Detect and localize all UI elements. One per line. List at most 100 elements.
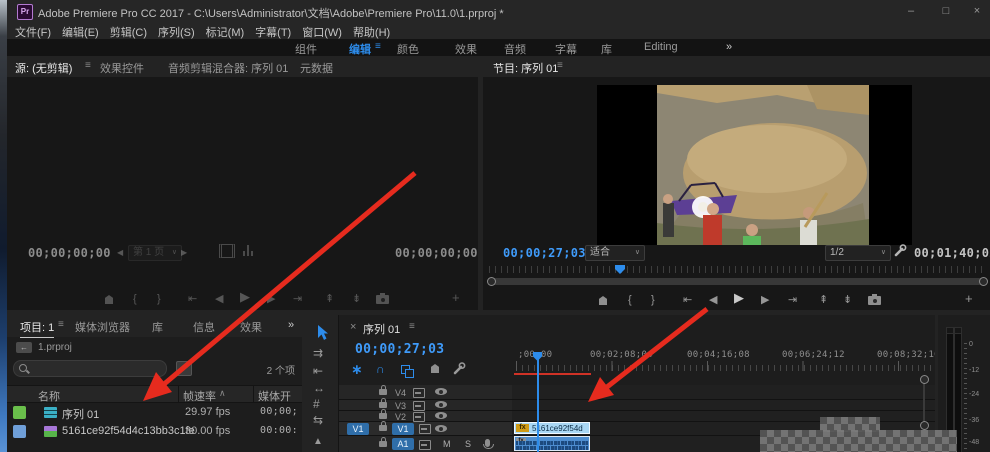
timeline-tab-close-icon[interactable]: × — [350, 321, 356, 333]
timeline-panel-menu-icon[interactable]: ≡ — [409, 321, 415, 332]
menu-edit[interactable]: 编辑(E) — [62, 24, 99, 40]
workspace-tab-titles[interactable]: 字幕 — [555, 41, 577, 57]
solo-button[interactable]: S — [465, 439, 471, 449]
track-output-eye-icon[interactable] — [435, 412, 447, 419]
column-divider[interactable] — [253, 386, 254, 402]
menu-file[interactable]: 文件(F) — [15, 24, 51, 40]
project-panel-menu-icon[interactable]: ≡ — [58, 319, 64, 330]
voiceover-mic-icon[interactable] — [483, 439, 494, 449]
column-divider[interactable] — [178, 386, 179, 402]
prev-page-icon[interactable]: ◀ — [117, 246, 123, 260]
program-lift-icon[interactable]: ⇞ — [819, 293, 828, 307]
project-row-clip[interactable]: 5161ce92f54d4c13bb3c1fe 30.00 fps 00:00: — [7, 422, 302, 441]
track-output-eye-icon[interactable] — [435, 401, 447, 408]
source-export-frame-icon[interactable] — [376, 293, 389, 304]
source-patch-v1[interactable]: V1 — [347, 423, 369, 435]
program-button-editor-icon[interactable]: + — [965, 292, 973, 306]
workspace-tab-editing-active[interactable]: 编辑 — [349, 41, 371, 57]
lock-icon[interactable] — [379, 421, 387, 431]
menu-help[interactable]: 帮助(H) — [353, 24, 390, 40]
slip-tool-icon[interactable]: ⇆ — [313, 413, 323, 427]
tab-metadata[interactable]: 元数据 — [300, 60, 333, 76]
program-export-frame-icon[interactable] — [868, 294, 881, 305]
timeline-playhead-line[interactable] — [537, 359, 539, 452]
workspace-tab-libraries[interactable]: 库 — [601, 41, 612, 57]
track-header-v3[interactable]: V3 — [339, 398, 512, 411]
timeline-vertical-scrollbar[interactable] — [923, 381, 925, 426]
program-play-icon[interactable]: ▶ — [734, 291, 744, 305]
folder-up-icon[interactable]: ← — [16, 342, 32, 353]
tab-effects[interactable]: 效果 — [240, 319, 262, 335]
workspace-tab-assembly[interactable]: 组件 — [295, 41, 317, 57]
search-filter-icon[interactable] — [176, 361, 192, 376]
track-header-a1[interactable]: A1 M S — [339, 436, 512, 452]
lock-icon[interactable] — [379, 409, 387, 419]
source-panel-menu-icon[interactable]: ≡ — [85, 60, 91, 71]
timeline-tab-label[interactable]: 序列 01 — [363, 321, 400, 337]
page-selector-dropdown[interactable]: 第 1 页 ∨ — [128, 245, 182, 261]
sync-lock-icon[interactable] — [413, 401, 425, 411]
program-step-forward-icon[interactable]: ▶ — [761, 293, 769, 307]
column-framerate[interactable]: 帧速率 — [183, 388, 216, 404]
program-goto-out-icon[interactable]: ⇥ — [788, 293, 797, 307]
source-button-editor-icon[interactable]: + — [452, 291, 460, 305]
program-extract-icon[interactable]: ⇟ — [843, 293, 852, 307]
workspace-overflow-icon[interactable]: » — [726, 41, 732, 53]
menu-titles[interactable]: 字幕(T) — [255, 24, 291, 40]
settings-wrench-icon[interactable] — [893, 244, 907, 258]
zoom-level-dropdown[interactable]: 1/2 ∨ — [825, 245, 891, 261]
snap-magnet-icon[interactable]: ∩ — [376, 362, 385, 376]
program-mark-in-icon[interactable]: { — [628, 293, 632, 307]
maximize-button[interactable]: □ — [935, 4, 957, 19]
source-insert-icon[interactable]: ⇞ — [325, 292, 334, 306]
nest-indicator-icon[interactable]: ∗ — [351, 361, 363, 378]
project-row-sequence[interactable]: 序列 01 29.97 fps 00;00; — [7, 403, 302, 422]
tab-audio-clip-mixer[interactable]: 音频剪辑混合器: 序列 01 — [168, 60, 288, 76]
selection-tool-icon[interactable] — [315, 325, 330, 341]
workspace-tab-editing-en[interactable]: Editing — [644, 41, 678, 53]
timeline-ruler[interactable]: ;00;00 00;02;08;04 00;04;16;08 00;06;24;… — [512, 345, 935, 375]
workspace-tab-menu-icon[interactable]: ≡ — [375, 41, 381, 52]
menu-window[interactable]: 窗口(W) — [302, 24, 342, 40]
program-scrollbar-left-handle[interactable] — [487, 277, 496, 286]
track-output-eye-icon[interactable] — [435, 388, 447, 395]
close-button[interactable]: × — [966, 4, 988, 19]
project-breadcrumb[interactable]: 1.prproj — [38, 342, 72, 353]
timeline-add-marker-icon[interactable] — [431, 364, 439, 373]
track-lane-v3[interactable] — [512, 400, 935, 411]
program-scrollbar[interactable] — [491, 278, 983, 285]
track-target-v1[interactable]: V1 — [392, 423, 414, 435]
tab-libraries[interactable]: 库 — [152, 319, 163, 335]
program-step-back-icon[interactable]: ◀ — [709, 293, 717, 307]
track-lane-v4[interactable] — [512, 385, 935, 400]
menu-sequence[interactable]: 序列(S) — [158, 24, 195, 40]
sync-lock-icon[interactable] — [413, 388, 425, 398]
track-header-v1[interactable]: V1 V1 — [339, 421, 512, 436]
timeline-settings-wrench-icon[interactable] — [452, 362, 466, 376]
track-output-eye-icon[interactable] — [435, 425, 447, 432]
rolling-edit-tool-icon[interactable]: ↔ — [313, 381, 325, 395]
item-name[interactable]: 5161ce92f54d4c13bb3c1fe — [62, 425, 195, 437]
sort-ascending-icon[interactable]: ∧ — [219, 388, 226, 399]
workspace-tab-color[interactable]: 颜色 — [397, 41, 419, 57]
minimize-button[interactable]: – — [900, 4, 922, 19]
scrollbar-handle-top[interactable] — [920, 375, 929, 384]
lock-icon[interactable] — [379, 398, 387, 408]
mute-button[interactable]: M — [443, 439, 451, 449]
audio-clip-a1[interactable]: fx — [514, 436, 590, 451]
source-mark-out-icon[interactable]: } — [157, 292, 161, 306]
linked-selection-icon[interactable] — [401, 365, 414, 378]
fit-dropdown[interactable]: 适合 ∨ — [585, 245, 645, 261]
drag-audio-only-icon[interactable] — [243, 244, 255, 256]
tab-info[interactable]: 信息 — [193, 319, 215, 335]
lock-icon[interactable] — [379, 437, 387, 447]
source-mark-in-icon[interactable]: { — [133, 292, 137, 306]
menu-markers[interactable]: 标记(M) — [206, 24, 245, 40]
track-header-v2[interactable]: V2 — [339, 409, 512, 422]
label-color-chip-blue[interactable] — [13, 425, 26, 438]
track-header-v4[interactable]: V4 — [339, 385, 512, 400]
column-media-start[interactable]: 媒体开 — [258, 388, 291, 404]
drag-video-only-icon[interactable] — [219, 244, 235, 258]
sync-lock-icon[interactable] — [413, 412, 425, 422]
label-color-chip-green[interactable] — [13, 406, 26, 419]
